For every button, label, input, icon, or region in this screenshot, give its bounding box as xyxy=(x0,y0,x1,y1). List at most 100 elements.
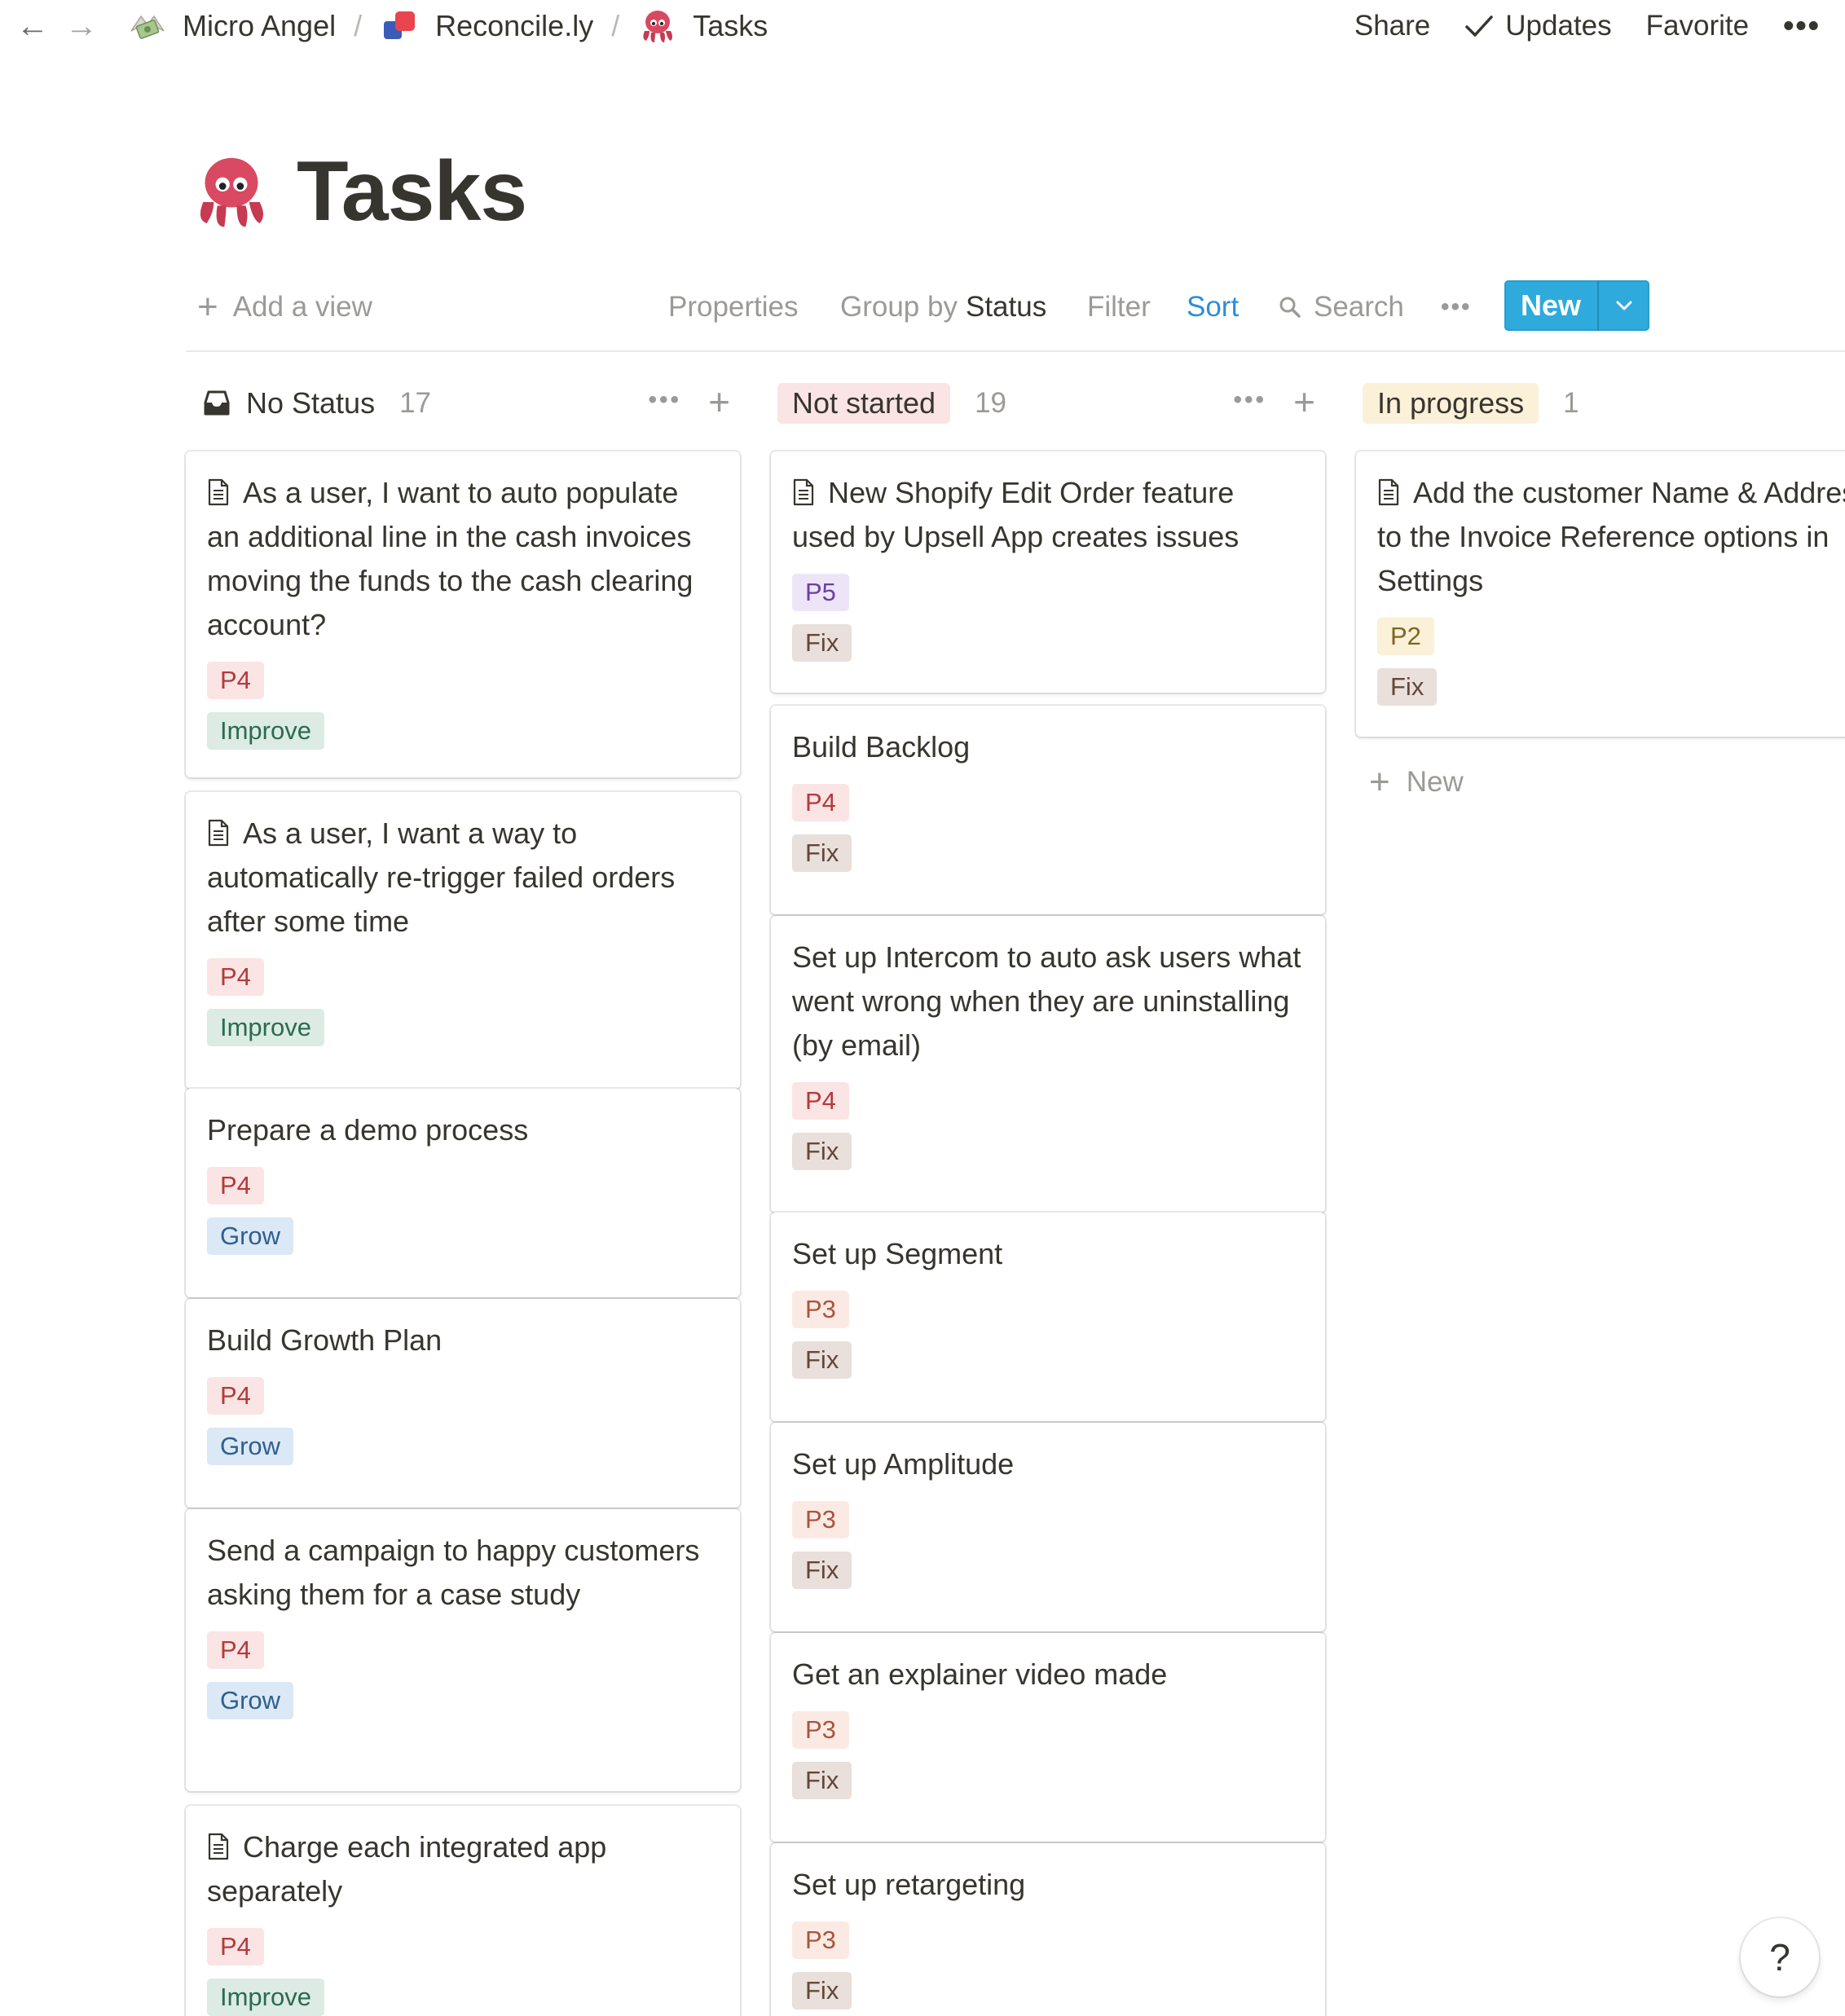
search-icon xyxy=(1279,297,1301,318)
document-icon xyxy=(1377,476,1413,509)
task-card-title-text: As a user, I want to auto populate an ad… xyxy=(207,476,694,641)
group-by-button[interactable]: Group by Status xyxy=(840,284,1046,331)
priority-tag: P3 xyxy=(792,1291,849,1328)
category-tag: Fix xyxy=(1377,668,1438,706)
breadcrumb-label: Reconcile.ly xyxy=(435,9,594,42)
octopus-icon xyxy=(637,6,678,46)
task-card-tags: P4 Improve xyxy=(207,662,719,763)
task-card-title: As a user, I want to auto populate an ad… xyxy=(207,471,719,647)
more-options-icon[interactable]: ••• xyxy=(1783,9,1821,44)
category-tag: Fix xyxy=(792,1762,852,1799)
task-card-title: As a user, I want a way to automatically… xyxy=(207,812,719,944)
check-icon xyxy=(1465,15,1494,37)
task-card[interactable]: Get an explainer video made P3 Fix xyxy=(771,1633,1325,1842)
category-tag: Fix xyxy=(792,1552,852,1589)
group-by-label: Group by xyxy=(840,291,958,323)
column-count: 1 xyxy=(1563,387,1579,419)
task-card-title-text: Build Backlog xyxy=(792,730,971,764)
octopus-icon[interactable] xyxy=(189,149,274,234)
task-card[interactable]: Set up Segment P3 Fix xyxy=(771,1213,1325,1421)
back-arrow-icon[interactable]: ← xyxy=(8,0,57,52)
task-card-tags: P4 Improve xyxy=(207,958,719,1059)
task-card[interactable]: As a user, I want to auto populate an ad… xyxy=(186,451,740,777)
category-tag: Improve xyxy=(207,712,324,750)
category-tag: Grow xyxy=(207,1217,294,1255)
task-card-title: Get an explainer video made xyxy=(792,1653,1304,1697)
column-more-icon[interactable]: ••• xyxy=(648,386,681,414)
priority-tag: P4 xyxy=(207,662,264,699)
column-title[interactable]: No Status xyxy=(246,386,375,420)
search-label: Search xyxy=(1314,291,1404,323)
task-card[interactable]: Add the customer Name & Address to the I… xyxy=(1356,451,1845,737)
task-card[interactable]: Charge each integrated app separately P4 I… xyxy=(186,1806,740,2016)
sort-button[interactable]: Sort xyxy=(1187,284,1239,331)
forward-arrow-icon[interactable]: → xyxy=(57,0,106,52)
chevron-down-icon[interactable] xyxy=(1599,299,1649,312)
page-title[interactable]: Tasks xyxy=(297,143,527,240)
task-card-tags: P3 Fix xyxy=(792,1711,1304,1812)
column-add-icon[interactable]: + xyxy=(708,380,730,424)
task-card[interactable]: Build Backlog P4 Fix xyxy=(771,706,1325,914)
task-card-tags: P4 Grow xyxy=(207,1631,719,1732)
task-card[interactable]: New Shopify Edit Order feature used by U… xyxy=(771,451,1325,693)
share-button[interactable]: Share xyxy=(1354,10,1430,42)
column-header: In progress 1 ••• xyxy=(1356,375,1845,432)
priority-tag: P4 xyxy=(792,1082,849,1120)
column-more-icon[interactable]: ••• xyxy=(1233,386,1266,414)
properties-button[interactable]: Properties xyxy=(668,284,799,331)
board-column-not-started: Not started 19 ••• + New Shopify Edit Or… xyxy=(771,375,1325,2016)
task-card[interactable]: Build Growth Plan P4 Grow xyxy=(186,1299,740,1508)
task-card-tags: P3 Fix xyxy=(792,1501,1304,1602)
board-column-no-status: No Status 17 ••• + As a user, I want to … xyxy=(186,375,740,2016)
column-title[interactable]: Not started xyxy=(777,383,951,424)
updates-button[interactable]: Updates xyxy=(1464,10,1612,42)
add-view-button[interactable]: + Add a view xyxy=(197,284,372,331)
top-actions: Share Updates Favorite ••• xyxy=(1354,0,1845,52)
category-tag: Improve xyxy=(207,1009,324,1046)
breadcrumb-label: Micro Angel xyxy=(183,9,337,42)
column-count: 17 xyxy=(399,387,432,419)
breadcrumb-item-reconcilely[interactable]: Reconcile.ly xyxy=(380,6,593,46)
column-title[interactable]: In progress xyxy=(1363,383,1539,424)
new-button[interactable]: New xyxy=(1504,288,1597,323)
task-card[interactable]: Prepare a demo process P4 Grow xyxy=(186,1089,740,1297)
view-more-icon[interactable]: ••• xyxy=(1441,284,1472,331)
money-wings-icon xyxy=(127,6,168,46)
priority-tag: P4 xyxy=(792,784,849,821)
document-icon xyxy=(207,817,243,850)
task-card-tags: P2 Fix xyxy=(1377,618,1845,719)
task-card[interactable]: Set up retargeting P3 Fix xyxy=(771,1843,1325,2016)
task-card-tags: P3 Fix xyxy=(792,1291,1304,1392)
task-card-tags: P3 Fix xyxy=(792,1921,1304,2016)
category-tag: Grow xyxy=(207,1682,294,1719)
filter-button[interactable]: Filter xyxy=(1087,284,1151,331)
favorite-button[interactable]: Favorite xyxy=(1646,10,1749,42)
breadcrumb-item-micro-angel[interactable]: Micro Angel xyxy=(127,6,336,46)
column-count: 19 xyxy=(975,387,1007,419)
priority-tag: P4 xyxy=(207,958,264,996)
task-card[interactable]: Set up Intercom to auto ask users what w… xyxy=(771,916,1325,1213)
task-card-title: Build Growth Plan xyxy=(207,1318,719,1362)
search-button[interactable]: Search xyxy=(1278,284,1404,331)
task-card-title-text: Set up Intercom to auto ask users what w… xyxy=(792,940,1301,1062)
breadcrumb-separator: / xyxy=(354,9,363,42)
shapes-logo-icon xyxy=(380,6,421,46)
task-card[interactable]: Send a campaign to happy customers askin… xyxy=(186,1509,740,1791)
task-card-tags: P5 Fix xyxy=(792,574,1304,675)
category-tag: Fix xyxy=(792,1972,852,2009)
task-card[interactable]: As a user, I want a way to automatically… xyxy=(186,792,740,1089)
task-card[interactable]: Set up Amplitude P3 Fix xyxy=(771,1423,1325,1631)
task-card-title: Send a campaign to happy customers askin… xyxy=(207,1529,719,1617)
notion-page: ← → Micro Angel / Reconcile.ly / Tasks S… xyxy=(0,0,1845,2016)
help-button[interactable]: ? xyxy=(1741,1918,1819,1996)
task-card-title: New Shopify Edit Order feature used by U… xyxy=(792,471,1304,559)
updates-label: Updates xyxy=(1505,10,1612,42)
priority-tag: P4 xyxy=(207,1928,264,1965)
add-new-card-button[interactable]: + New xyxy=(1369,758,1464,807)
priority-tag: P4 xyxy=(207,1631,264,1669)
top-bar: ← → Micro Angel / Reconcile.ly / Tasks S… xyxy=(0,0,1845,52)
column-add-icon[interactable]: + xyxy=(1293,380,1315,424)
task-card-title: Set up Intercom to auto ask users what w… xyxy=(792,935,1304,1067)
breadcrumb-item-tasks[interactable]: Tasks xyxy=(637,6,768,46)
inbox-icon xyxy=(204,390,230,416)
